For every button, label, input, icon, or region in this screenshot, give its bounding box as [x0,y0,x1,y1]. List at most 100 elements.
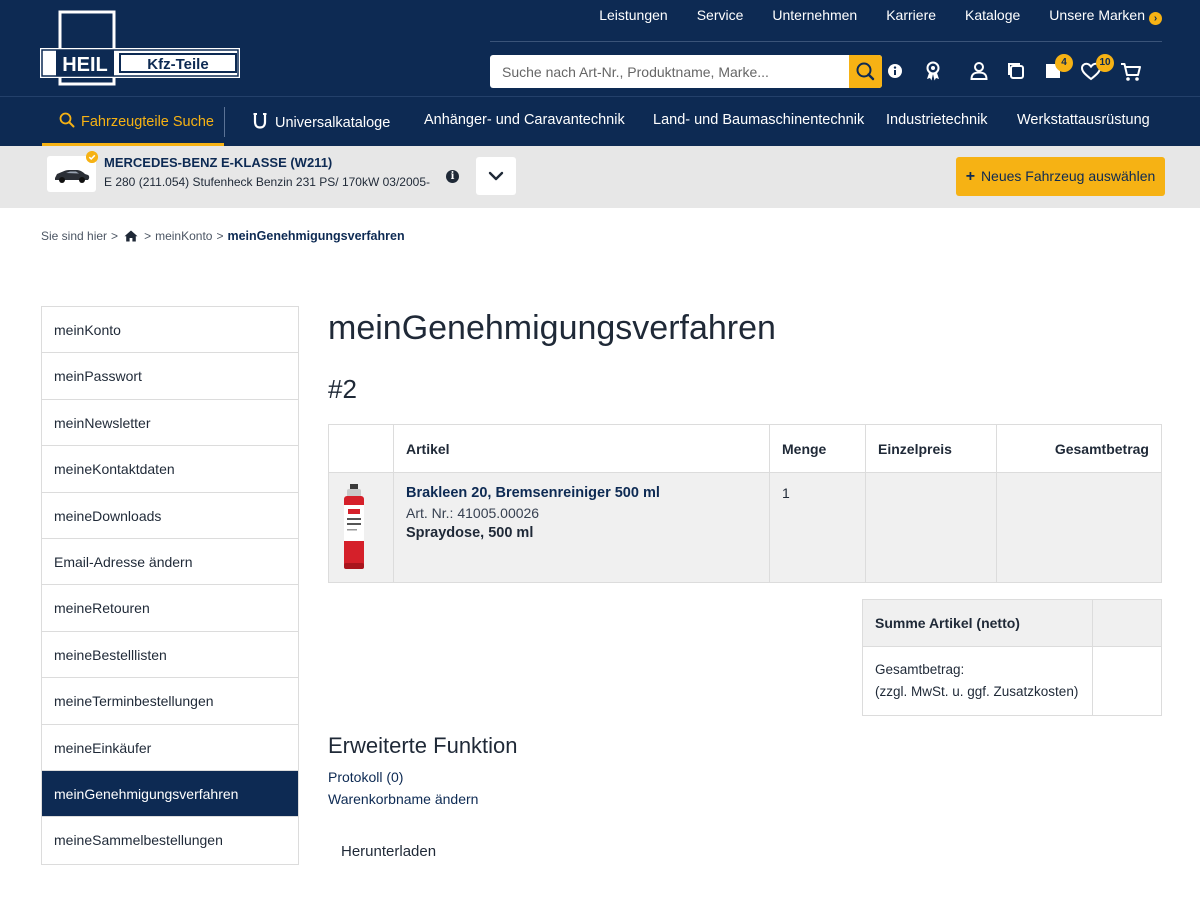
cat-land-baumaschinentechnik[interactable]: Land- und Baumaschinentechnik [653,112,864,128]
sidebar-item-meinesammelbestellungen[interactable]: meineSammelbestellungen [42,817,298,863]
account-sidebar: meinKonto meinPasswort meinNewsletter me… [41,306,299,865]
copy-icon[interactable] [1003,58,1029,84]
quantity-cell: 1 [769,472,866,583]
topnav-service[interactable]: Service [697,7,744,25]
sidebar-item-meinnewsletter[interactable]: meinNewsletter [42,400,298,447]
topnav-unsere-marken[interactable]: Unsere Marken › [1049,7,1162,25]
cat-universalkataloge[interactable]: Universalkataloge [252,112,390,131]
column-header-image [328,424,394,473]
vehicle-info-icon[interactable]: i [446,170,459,183]
breadcrumb-separator: > [144,229,152,243]
article-cell: Brakleen 20, Bremsenreiniger 500 ml Art.… [393,472,770,583]
sidebar-item-meinpasswort[interactable]: meinPasswort [42,353,298,400]
summary-total-label: Gesamtbetrag: (zzgl. MwSt. u. ggf. Zusatz… [862,646,1093,716]
download-button[interactable]: Herunterladen [328,834,450,870]
logo-kfz-text: Kfz-Teile [147,56,208,73]
chevron-down-icon [488,171,504,181]
unit-price-cell [865,472,997,583]
vehicle-title: MERCEDES-BENZ E-KLASSE (W211) [104,155,333,170]
sidebar-item-meinekontaktdaten[interactable]: meineKontaktdaten [42,446,298,493]
search-icon [59,112,75,128]
sidebar-item-meinedownloads[interactable]: meineDownloads [42,493,298,539]
logo-heil-text: HEIL [62,54,108,76]
breadcrumb-separator: > [216,229,224,243]
plus-icon: + [965,168,976,185]
breadcrumb-prefix: Sie sind hier [41,229,108,243]
product-image-cell [328,472,394,583]
topnav-unternehmen[interactable]: Unternehmen [772,7,857,25]
topnav-leistungen[interactable]: Leistungen [599,7,668,25]
cat-werkstattausruestung[interactable]: Werkstattausrüstung [1017,112,1150,128]
article-number: Art. Nr.: 41005.00026 [406,505,540,521]
cat-industrietechnik[interactable]: Industrietechnik [886,112,988,128]
check-badge-icon [86,151,98,163]
cat-anhaenger-caravantechnik[interactable]: Anhänger- und Caravantechnik [424,112,625,128]
summary-row-net: Summe Artikel (netto) [862,599,1162,647]
search-input[interactable] [490,55,850,88]
top-header: HEIL Kfz-Teile Leistungen Service Untern… [0,0,1200,96]
summary-row-total: Gesamtbetrag: (zzgl. MwSt. u. ggf. Zusatz… [862,646,1162,716]
notes-badge: 4 [1055,54,1073,72]
summary-table: Summe Artikel (netto) Gesamtbetrag: (zzgl… [862,599,1162,716]
sidebar-item-email-aendern[interactable]: Email-Adresse ändern [42,539,298,586]
wishlist-badge: 10 [1096,54,1114,72]
arrow-right-icon: › [1149,12,1162,25]
sidebar-item-meinkonto[interactable]: meinKonto [42,307,298,354]
vehicle-bar: MERCEDES-BENZ E-KLASSE (W211) E 280 (211… [0,146,1200,208]
summary-value [1092,599,1162,647]
info-icon[interactable] [882,58,908,84]
column-header-menge: Menge [769,424,866,473]
vehicle-dropdown-button[interactable] [476,157,516,195]
sidebar-item-meineretouren[interactable]: meineRetouren [42,585,298,632]
column-header-gesamtbetrag: Gesamtbetrag [996,424,1162,473]
summary-label: Summe Artikel (netto) [862,599,1093,647]
sidebar-item-meineterminbestellungen[interactable]: meineTerminbestellungen [42,678,298,725]
order-items-table: Artikel Menge Einzelpreis Gesamtbetrag B… [328,424,1162,583]
table-row: Brakleen 20, Bremsenreiniger 500 ml Art.… [328,472,1162,583]
user-icon[interactable] [966,58,992,84]
topnav-karriere[interactable]: Karriere [886,7,936,25]
breadcrumb-current: meinGenehmigungsverfahren [227,229,405,243]
extended-functions-title: Erweiterte Funktion [328,733,518,758]
rename-cart-link[interactable]: Warenkorbname ändern [328,791,478,807]
sidebar-item-meingenehmigungsverfahren[interactable]: meinGenehmigungsverfahren [42,770,298,818]
total-cell [996,472,1162,583]
category-separator [224,107,225,137]
breadcrumb-separator: > [111,229,119,243]
summary-total-title: Gesamtbetrag: [875,662,965,677]
sidebar-item-meinebestelllisten[interactable]: meineBestelllisten [42,632,298,679]
magnet-icon [253,113,267,129]
cat-fahrzeugteile-suche[interactable]: Fahrzeugteile Suche [59,112,214,130]
cat-universalkataloge-label: Universalkataloge [275,115,391,131]
breadcrumb-item-meinkonto[interactable]: meinKonto [155,229,212,243]
category-bar: Fahrzeugteile Suche Universalkataloge An… [0,96,1200,146]
new-vehicle-button[interactable]: + Neues Fahrzeug auswählen [956,157,1165,196]
summary-total-note: (zzgl. MwSt. u. ggf. Zusatzkosten) [875,684,1079,699]
vehicle-subtitle: E 280 (211.054) Stufenheck Benzin 231 PS… [104,175,430,189]
search-button[interactable] [849,55,882,88]
award-icon[interactable] [920,58,946,84]
header-divider [490,41,1162,42]
summary-total-value [1092,646,1162,716]
heil-logo[interactable]: HEIL Kfz-Teile [40,10,240,86]
article-name-link[interactable]: Brakleen 20, Bremsenreiniger 500 ml [406,485,757,501]
breadcrumb: Sie sind hier > > meinKonto > meinGenehm… [41,229,405,243]
order-number: #2 [328,374,357,404]
topnav-kataloge[interactable]: Kataloge [965,7,1020,25]
search-bar [490,55,882,88]
search-icon [856,62,875,81]
article-packaging: Spraydose, 500 ml [406,525,534,541]
column-header-einzelpreis: Einzelpreis [865,424,997,473]
spray-can-image[interactable] [341,483,369,573]
topnav-unsere-marken-label: Unsere Marken [1049,7,1145,23]
cart-icon[interactable] [1118,58,1144,84]
protocol-link[interactable]: Protokoll (0) [328,769,403,785]
new-vehicle-label: Neues Fahrzeug auswählen [980,168,1156,184]
top-nav: Leistungen Service Unternehmen Karriere … [570,7,1162,25]
home-icon[interactable] [124,230,138,242]
column-header-artikel: Artikel [393,424,770,473]
cat-fahrzeugteile-suche-label: Fahrzeugteile Suche [81,114,214,130]
table-header-row: Artikel Menge Einzelpreis Gesamtbetrag [328,424,1162,473]
sidebar-item-meineeinkaeufer[interactable]: meineEinkäufer [42,725,298,771]
page-title: meinGenehmigungsverfahren [328,309,776,347]
